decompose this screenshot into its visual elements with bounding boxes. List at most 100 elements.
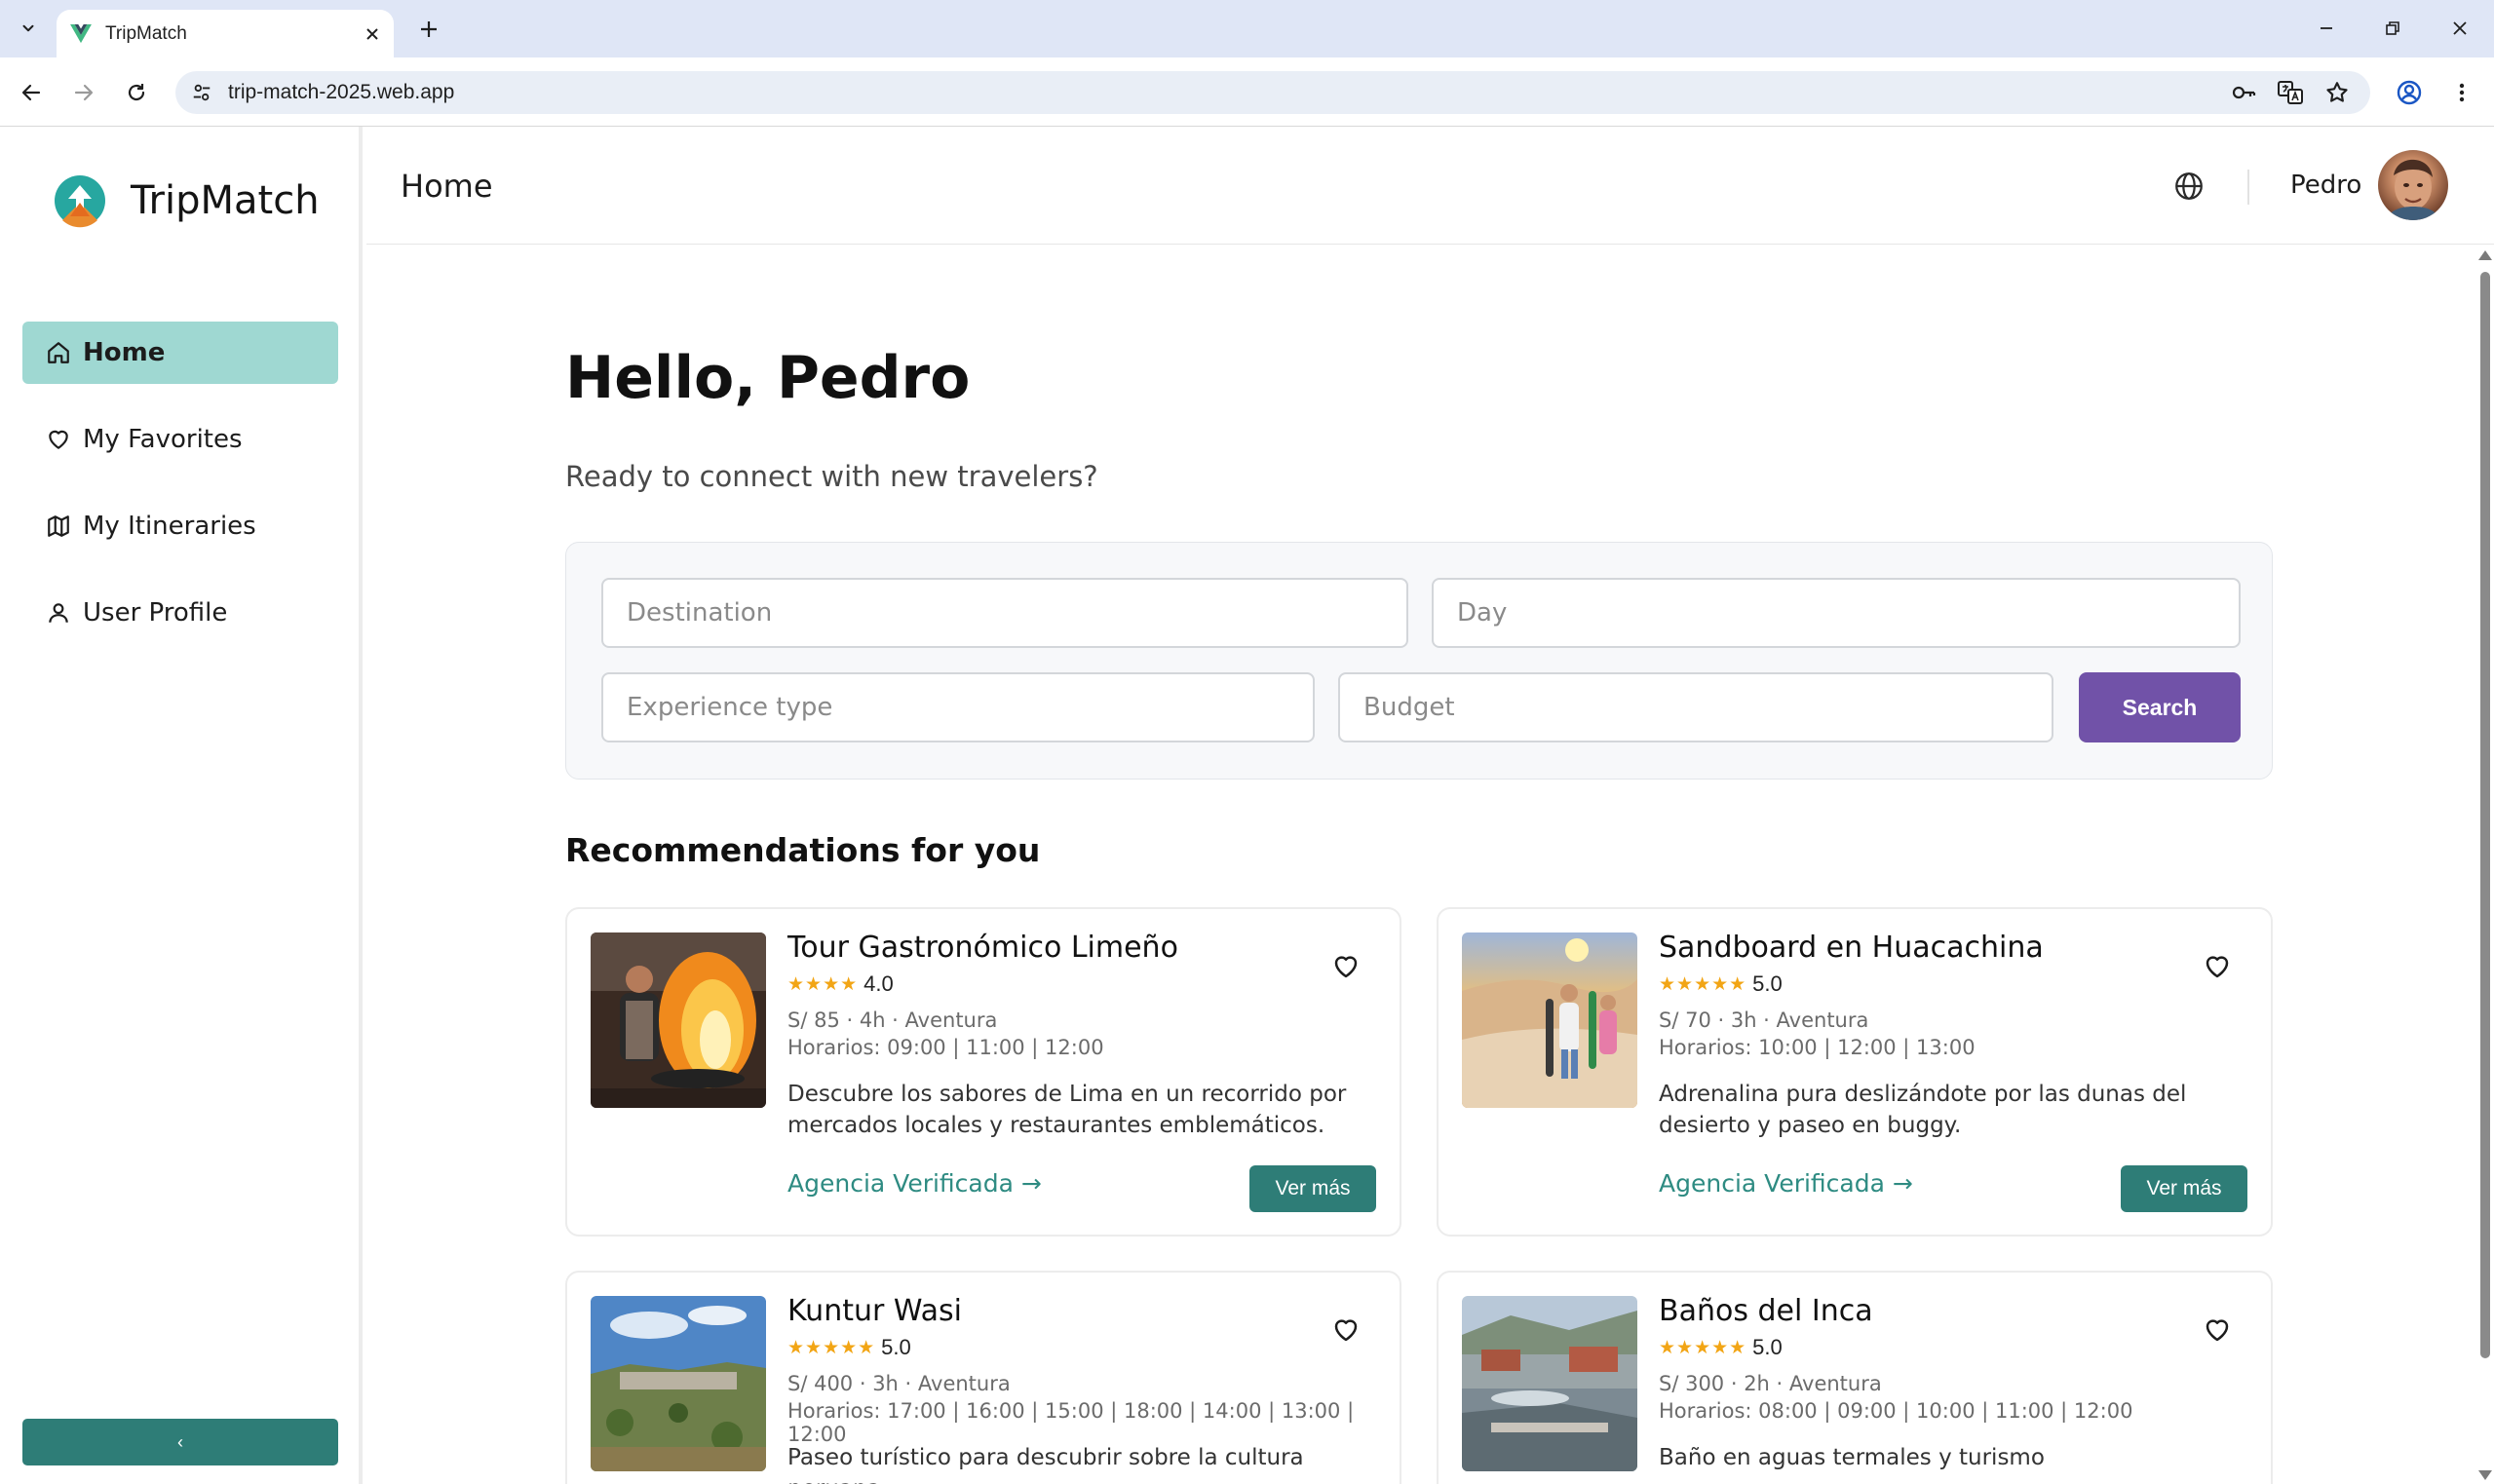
recommendations-title: Recommendations for you bbox=[565, 831, 1041, 869]
card-image bbox=[1462, 932, 1637, 1108]
card-rating: ★★★★★ 5.0 bbox=[787, 1335, 911, 1360]
search-panel: Search bbox=[565, 542, 2273, 780]
profile-button[interactable] bbox=[2390, 73, 2429, 112]
subtitle: Ready to connect with new travelers? bbox=[565, 460, 1098, 493]
tab-title: TripMatch bbox=[105, 22, 187, 44]
avatar-photo bbox=[2386, 159, 2440, 220]
address-bar: trip-match-2025.web.app bbox=[0, 57, 2494, 127]
user-name[interactable]: Pedro bbox=[2290, 171, 2361, 200]
verified-agency-link[interactable]: Agencia Verificada → bbox=[787, 1169, 1042, 1198]
favorite-heart-icon[interactable] bbox=[1331, 1315, 1361, 1345]
day-input[interactable] bbox=[1432, 578, 2241, 648]
page-title: Home bbox=[401, 168, 493, 205]
card-image bbox=[591, 932, 766, 1108]
rating-value: 5.0 bbox=[881, 1335, 911, 1359]
brand[interactable]: TripMatch bbox=[53, 173, 320, 228]
rating-value: 4.0 bbox=[863, 971, 894, 996]
card-rating: ★★★★★ 5.0 bbox=[1659, 1335, 1783, 1360]
verified-agency-link[interactable]: Agencia Verificada → bbox=[1659, 1169, 1913, 1198]
star-rating-icon: ★★★★★ bbox=[787, 1337, 876, 1358]
scroll-down-arrow-icon[interactable] bbox=[2478, 1470, 2492, 1480]
back-arrow-icon bbox=[21, 84, 41, 101]
plus-icon bbox=[421, 21, 437, 37]
experience-type-input[interactable] bbox=[601, 672, 1315, 742]
restore-button[interactable] bbox=[2363, 8, 2422, 49]
minimize-button[interactable] bbox=[2297, 8, 2356, 49]
see-more-button[interactable]: Ver más bbox=[1249, 1165, 1376, 1212]
minimize-icon bbox=[2321, 27, 2332, 29]
star-rating-icon: ★★★★★ bbox=[1659, 1337, 1747, 1358]
card-title: Tour Gastronómico Limeño bbox=[787, 931, 1178, 965]
avatar[interactable] bbox=[2378, 150, 2448, 220]
budget-input[interactable] bbox=[1338, 672, 2053, 742]
app-root: TripMatch Home My Favorites My Itinerari… bbox=[0, 127, 2494, 1484]
page-scrollbar[interactable] bbox=[2475, 245, 2494, 1484]
tab-search-button[interactable] bbox=[10, 14, 47, 43]
main-content: Hello, Pedro Ready to connect with new t… bbox=[366, 245, 2472, 1484]
card-hours: Horarios: 10:00 | 12:00 | 13:00 bbox=[1659, 1036, 1976, 1059]
reload-button[interactable] bbox=[117, 73, 156, 112]
key-icon bbox=[2232, 86, 2256, 99]
see-more-button[interactable]: Ver más bbox=[2121, 1165, 2247, 1212]
sidebar-item-home[interactable]: Home bbox=[22, 322, 338, 384]
user-icon bbox=[49, 603, 68, 623]
recommendation-card[interactable]: Sandboard en Huacachina ★★★★★ 5.0 S/ 70 … bbox=[1437, 907, 2273, 1237]
card-meta: S/ 400 · 3h · Aventura bbox=[787, 1372, 1011, 1395]
scroll-up-arrow-icon[interactable] bbox=[2478, 250, 2492, 260]
card-meta: S/ 70 · 3h · Aventura bbox=[1659, 1008, 1869, 1032]
card-hours: Horarios: 09:00 | 11:00 | 12:00 bbox=[787, 1036, 1104, 1059]
globe-icon[interactable] bbox=[2172, 170, 2206, 203]
omnibox[interactable]: trip-match-2025.web.app bbox=[175, 71, 2370, 114]
recommendation-card[interactable]: Tour Gastronómico Limeño ★★★★ 4.0 S/ 85 … bbox=[565, 907, 1401, 1237]
star-outline-icon bbox=[2326, 82, 2348, 102]
chevron-down-icon bbox=[22, 24, 34, 32]
brand-name: TripMatch bbox=[131, 178, 320, 223]
favorite-heart-icon[interactable] bbox=[2203, 1315, 2232, 1345]
card-description: Paseo turístico para descubrir sobre la … bbox=[787, 1445, 1304, 1484]
password-key-button[interactable] bbox=[2224, 73, 2263, 112]
sidebar-item-label: My Itineraries bbox=[83, 512, 256, 541]
back-button[interactable] bbox=[12, 73, 51, 112]
sidebar-item-favorites[interactable]: My Favorites bbox=[22, 408, 338, 471]
sidebar-item-label: User Profile bbox=[83, 598, 228, 628]
reload-icon bbox=[128, 84, 145, 101]
account-circle-icon bbox=[2397, 80, 2422, 105]
more-vertical-icon bbox=[2459, 83, 2465, 102]
collapse-sidebar-button[interactable]: ‹ bbox=[22, 1419, 338, 1465]
search-button[interactable]: Search bbox=[2079, 672, 2241, 742]
browser-tab[interactable]: TripMatch bbox=[57, 10, 394, 57]
divider bbox=[2247, 170, 2249, 205]
card-hours: Horarios: 17:00 | 16:00 | 15:00 | 18:00 … bbox=[787, 1399, 1355, 1446]
card-description: Adrenalina pura deslizándote por las dun… bbox=[1659, 1082, 2187, 1138]
recommendation-card[interactable]: Kuntur Wasi ★★★★★ 5.0 S/ 400 · 3h · Aven… bbox=[565, 1271, 1401, 1484]
star-rating-icon: ★★★★ bbox=[787, 973, 859, 995]
url-text: trip-match-2025.web.app bbox=[228, 81, 455, 103]
sidebar-item-itineraries[interactable]: My Itineraries bbox=[22, 495, 338, 557]
favorite-heart-icon[interactable] bbox=[1331, 952, 1361, 981]
card-meta: S/ 300 · 2h · Aventura bbox=[1659, 1372, 1882, 1395]
rating-value: 5.0 bbox=[1752, 1335, 1783, 1359]
forward-button[interactable] bbox=[64, 73, 103, 112]
bookmark-button[interactable] bbox=[2318, 73, 2357, 112]
restore-icon bbox=[2386, 21, 2399, 35]
sidebar-item-user-profile[interactable]: User Profile bbox=[22, 582, 338, 644]
scrollbar-thumb[interactable] bbox=[2480, 272, 2490, 1358]
card-description: Descubre los sabores de Lima en un recor… bbox=[787, 1082, 1347, 1138]
destination-input[interactable] bbox=[601, 578, 1408, 648]
card-title: Sandboard en Huacachina bbox=[1659, 931, 2044, 965]
map-icon bbox=[48, 515, 69, 537]
card-hours: Horarios: 08:00 | 09:00 | 10:00 | 11:00 … bbox=[1659, 1399, 2133, 1423]
forward-arrow-icon bbox=[74, 84, 94, 101]
browser-tab-bar: TripMatch bbox=[0, 0, 2494, 57]
sidebar-item-label: Home bbox=[83, 338, 166, 367]
new-tab-button[interactable] bbox=[409, 12, 448, 47]
browser-menu-button[interactable] bbox=[2442, 73, 2481, 112]
favorite-heart-icon[interactable] bbox=[2203, 952, 2232, 981]
greeting: Hello, Pedro bbox=[565, 344, 971, 412]
translate-button[interactable] bbox=[2271, 73, 2310, 112]
close-window-button[interactable] bbox=[2431, 8, 2489, 49]
recommendation-card[interactable]: Baños del Inca ★★★★★ 5.0 S/ 300 · 2h · A… bbox=[1437, 1271, 2273, 1484]
close-tab-icon[interactable] bbox=[365, 26, 380, 42]
card-description: Baño en aguas termales y turismo bbox=[1659, 1445, 2045, 1470]
site-info-button[interactable] bbox=[187, 78, 216, 107]
